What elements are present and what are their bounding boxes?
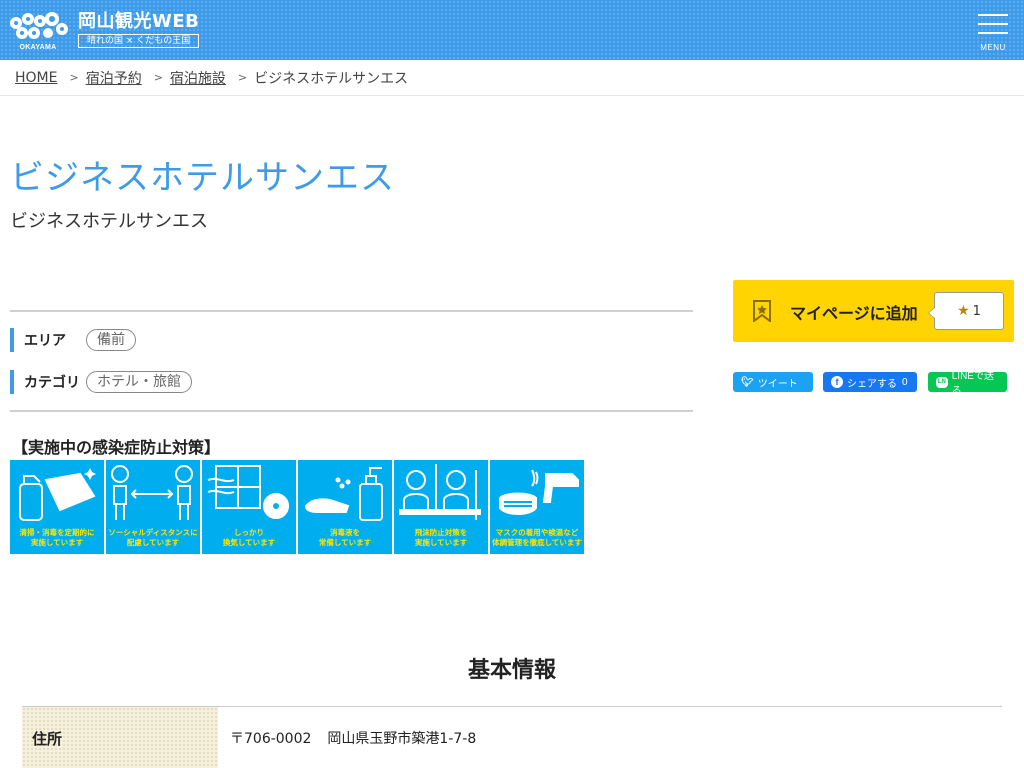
social-distance-icon: ソーシャルディスタンスに 配慮しています — [106, 460, 200, 554]
chevron-right-icon: > — [237, 71, 248, 84]
page-subtitle: ビジネスホテルサンエス — [10, 211, 208, 232]
category-tag[interactable]: ホテル・旅館 — [86, 371, 192, 393]
menu-label: MENU — [980, 43, 1006, 52]
sanitizer-icon: 消毒液を 常備しています — [298, 460, 392, 554]
table-row: 住所 〒706-0002 岡山県玉野市築港1-7-8 — [22, 707, 1002, 768]
breadcrumb-lodging-reservation[interactable]: 宿泊予約 — [86, 68, 142, 88]
logo-title: 岡山観光WEB — [78, 11, 200, 32]
facebook-share-count: 0 — [902, 376, 908, 388]
basic-info-table: 住所 〒706-0002 岡山県玉野市築港1-7-8 — [22, 706, 1002, 768]
divider — [10, 410, 693, 412]
site-header: OKAYAMA 岡山観光WEB 晴れの国 × くだもの王国 MENU — [0, 0, 1024, 60]
area-label: エリア — [24, 333, 66, 349]
mypage-count-badge: ★ 1 — [928, 292, 1004, 330]
twitter-bird-icon: 🐦︎ — [741, 376, 754, 388]
divider — [10, 310, 693, 312]
bookmark-star-icon — [753, 300, 771, 322]
add-to-mypage-label: マイページに追加 — [790, 304, 918, 323]
hamburger-icon-bar — [978, 32, 1008, 34]
breadcrumb-current: ビジネスホテルサンエス — [254, 70, 409, 87]
hamburger-icon — [978, 14, 1008, 16]
basic-info-title: 基本情報 — [467, 658, 556, 683]
tile-caption: マスクの着用や検温など 体調管理を徹底しています — [492, 528, 582, 547]
breadcrumb-lodging-facilities[interactable]: 宿泊施設 — [170, 68, 226, 88]
mask-thermometer-icon: マスクの着用や検温など 体調管理を徹底しています — [490, 460, 584, 554]
hamburger-icon-bar — [978, 23, 1008, 25]
breadcrumb: HOME > 宿泊予約 > 宿泊施設 > ビジネスホテルサンエス — [0, 60, 1024, 96]
line-share-label: LINEで送る — [951, 371, 994, 397]
infection-measures-icons: 清掃・消毒を定期的に 実施しています ソーシャルディスタンスに 配慮しています … — [10, 460, 584, 554]
area-tag[interactable]: 備前 — [86, 329, 136, 351]
page-title: ビジネスホテルサンエス — [10, 158, 395, 198]
tile-caption: 飛沫防止対策を 実施しています — [414, 528, 468, 547]
tile-caption: しっかり 換気しています — [222, 528, 276, 547]
logo-mark-text: OKAYAMA — [19, 44, 57, 51]
category-label: カテゴリ — [24, 375, 80, 391]
logo-subtitle: 晴れの国 × くだもの王国 — [78, 34, 200, 48]
tweet-label: ツイート — [757, 378, 798, 390]
facebook-share-button[interactable]: f シェアする 0 — [823, 372, 917, 392]
facebook-share-label: シェアする — [847, 378, 897, 390]
grape-logo-icon: OKAYAMA — [6, 9, 70, 51]
partition-icon: 飛沫防止対策を 実施しています — [394, 460, 488, 554]
tile-caption: ソーシャルディスタンスに 配慮しています — [108, 528, 198, 547]
address-text: 岡山県玉野市築港1-7-8 — [327, 731, 477, 747]
mypage-count: 1 — [972, 303, 981, 319]
add-to-mypage-button[interactable]: マイページに追加 ★ 1 — [733, 280, 1014, 342]
postal-code: 〒706-0002 — [230, 731, 312, 747]
site-logo[interactable]: OKAYAMA 岡山観光WEB 晴れの国 × くだもの王国 — [6, 9, 200, 51]
tweet-button[interactable]: 🐦︎ ツイート — [733, 372, 813, 392]
tile-caption: 消毒液を 常備しています — [318, 528, 372, 547]
facebook-icon: f — [831, 376, 843, 388]
address-value: 〒706-0002 岡山県玉野市築港1-7-8 — [218, 707, 1002, 768]
ventilation-icon: しっかり 換気しています — [202, 460, 296, 554]
address-label: 住所 — [22, 707, 218, 768]
meta-area: エリア 備前 — [10, 328, 136, 352]
chevron-right-icon: > — [153, 71, 163, 84]
spray-wipe-icon: 清掃・消毒を定期的に 実施しています — [10, 460, 104, 554]
menu-button[interactable]: MENU — [978, 14, 1008, 52]
infection-measures-title: 【実施中の感染症防止対策】 — [12, 438, 221, 457]
line-share-button[interactable]: LN LINEで送る — [928, 371, 1007, 397]
meta-category: カテゴリ ホテル・旅館 — [10, 370, 192, 394]
tile-caption: 清掃・消毒を定期的に 実施しています — [19, 528, 95, 547]
star-icon: ★ — [957, 303, 970, 319]
chevron-right-icon: > — [69, 71, 79, 84]
line-icon: LN — [936, 376, 948, 388]
breadcrumb-home[interactable]: HOME — [15, 70, 57, 86]
